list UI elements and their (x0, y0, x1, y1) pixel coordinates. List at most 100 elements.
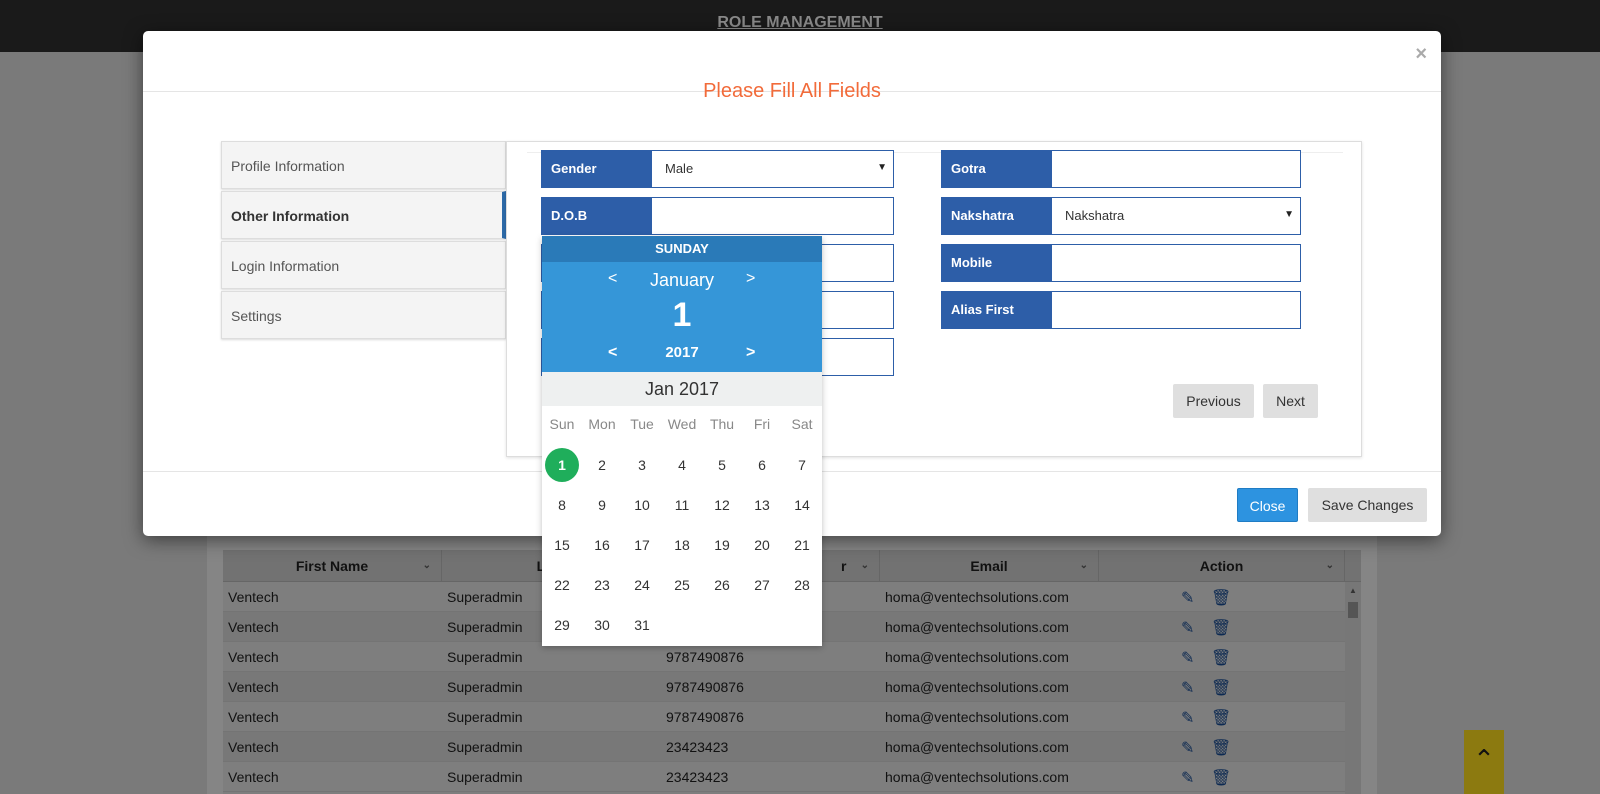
table-row[interactable]: Ventech Superadmin 9787490876 homa@ventechs… (223, 672, 1345, 702)
scroll-top-button[interactable]: ⌃ (1464, 730, 1504, 794)
pencil-icon[interactable]: ✎ (1181, 738, 1194, 758)
calendar-day[interactable]: 30 (585, 608, 619, 642)
calendar-day[interactable]: 17 (625, 528, 659, 562)
column-header-first-name[interactable]: First Name ⌄ (223, 550, 442, 582)
close-icon[interactable]: × (1415, 43, 1427, 66)
nakshatra-value[interactable]: Nakshatra (1052, 198, 1300, 234)
table-cell: Superadmin (447, 649, 523, 665)
calendar-day[interactable]: 13 (745, 488, 779, 522)
date-picker: SUNDAY < January > 1 < 2017 > Jan 2017 S… (542, 236, 822, 646)
table-row[interactable]: Ventech Superadmin 23423423 homa@ventechsol… (223, 762, 1345, 792)
trash-icon[interactable]: 🗑 (1211, 738, 1231, 758)
calendar-day[interactable]: 20 (745, 528, 779, 562)
tab-settings[interactable]: Settings (221, 291, 506, 339)
calendar-day[interactable]: 2 (585, 448, 619, 482)
calendar-day[interactable]: 12 (705, 488, 739, 522)
table-cell: Ventech (228, 649, 279, 665)
prev-year-button[interactable]: < (608, 344, 617, 362)
pencil-icon[interactable]: ✎ (1181, 768, 1194, 788)
calendar-day[interactable]: 23 (585, 568, 619, 602)
calendar-day[interactable]: 15 (545, 528, 579, 562)
gender-value[interactable]: Male (652, 151, 893, 187)
table-row[interactable]: Ventech Superadmin 9787490876 homa@ventechs… (223, 702, 1345, 732)
tab-profile-information[interactable]: Profile Information (221, 141, 506, 189)
scrollbar-thumb[interactable] (1348, 602, 1358, 618)
datepicker-date: 1 (672, 296, 692, 334)
datepicker-weekday: SUNDAY (542, 236, 822, 262)
next-month-button[interactable]: > (746, 270, 755, 288)
alias-first-name-label: Alias First Name (942, 292, 1052, 353)
calendar-day[interactable]: 25 (665, 568, 699, 602)
calendar-day[interactable]: 21 (785, 528, 819, 562)
calendar-day[interactable]: 4 (665, 448, 699, 482)
close-button[interactable]: Close (1237, 488, 1298, 522)
pencil-icon[interactable]: ✎ (1181, 648, 1194, 668)
dob-input[interactable] (652, 198, 893, 234)
table-cell: homa@ventechsolutions.com (885, 739, 1069, 755)
calendar-day[interactable]: 24 (625, 568, 659, 602)
calendar-day[interactable]: 19 (705, 528, 739, 562)
calendar-day[interactable]: 22 (545, 568, 579, 602)
next-year-button[interactable]: > (746, 344, 755, 362)
modal-tabs: Profile Information Other Information Lo… (221, 141, 506, 341)
calendar-day[interactable]: 31 (625, 608, 659, 642)
save-changes-button[interactable]: Save Changes (1308, 488, 1427, 522)
trash-icon[interactable]: 🗑 (1211, 708, 1231, 728)
alias-first-name-field[interactable]: Alias First Name (941, 291, 1301, 353)
trash-icon[interactable]: 🗑 (1211, 648, 1231, 668)
table-cell: homa@ventechsolutions.com (885, 589, 1069, 605)
calendar-day[interactable]: 6 (745, 448, 779, 482)
calendar-day[interactable]: 16 (585, 528, 619, 562)
calendar-day[interactable]: 26 (705, 568, 739, 602)
calendar-day[interactable]: 7 (785, 448, 819, 482)
scroll-up-icon[interactable]: ▲ (1349, 586, 1357, 595)
trash-icon[interactable]: 🗑 (1211, 618, 1231, 638)
pencil-icon[interactable]: ✎ (1181, 708, 1194, 728)
column-header-action[interactable]: Action ⌄ (1099, 550, 1345, 582)
trash-icon[interactable]: 🗑 (1211, 588, 1231, 608)
calendar-day[interactable]: 5 (705, 448, 739, 482)
gotra-field[interactable]: Gotra (941, 150, 1301, 188)
gender-select[interactable]: Gender Male ▼ (541, 150, 894, 188)
alias-first-name-input[interactable] (1052, 292, 1300, 328)
pencil-icon[interactable]: ✎ (1181, 678, 1194, 698)
calendar-day[interactable]: 27 (745, 568, 779, 602)
grid-scrollbar[interactable]: ▲ (1345, 582, 1361, 794)
table-row[interactable]: Ventech Superadmin 9787490876 homa@ventechs… (223, 642, 1345, 672)
mobile-field[interactable]: Mobile (941, 244, 1301, 282)
calendar-day[interactable]: 9 (585, 488, 619, 522)
mobile-input[interactable] (1052, 245, 1300, 281)
tab-other-information[interactable]: Other Information (221, 191, 506, 239)
calendar-day-selected[interactable]: 1 (545, 448, 579, 482)
table-cell: 23423423 (666, 739, 729, 755)
pencil-icon[interactable]: ✎ (1181, 618, 1194, 638)
tab-login-information[interactable]: Login Information (221, 241, 506, 289)
table-cell: homa@ventechsolutions.com (885, 769, 1069, 785)
table-row[interactable]: Ventech Superadmin 23423423 homa@ventechsol… (223, 732, 1345, 762)
pencil-icon[interactable]: ✎ (1181, 588, 1194, 608)
table-cell: homa@ventechsolutions.com (885, 709, 1069, 725)
calendar-day[interactable]: 28 (785, 568, 819, 602)
calendar-day[interactable]: 18 (665, 528, 699, 562)
next-button[interactable]: Next (1263, 384, 1318, 418)
calendar-day[interactable]: 14 (785, 488, 819, 522)
table-cell: homa@ventechsolutions.com (885, 649, 1069, 665)
nakshatra-select[interactable]: Nakshatra Nakshatra ▼ (941, 197, 1301, 235)
column-header-email[interactable]: Email ⌄ (880, 550, 1099, 582)
calendar-day[interactable]: 11 (665, 488, 699, 522)
table-cell: 9787490876 (666, 709, 744, 725)
gotra-input[interactable] (1052, 151, 1300, 187)
modal-title: Please Fill All Fields (703, 80, 881, 102)
chevron-up-icon: ⌃ (1473, 744, 1495, 774)
calendar-day[interactable]: 29 (545, 608, 579, 642)
trash-icon[interactable]: 🗑 (1211, 768, 1231, 788)
calendar-day[interactable]: 10 (625, 488, 659, 522)
weekday-header: Thu (709, 416, 735, 432)
calendar-day[interactable]: 3 (625, 448, 659, 482)
calendar-day[interactable]: 8 (545, 488, 579, 522)
previous-button[interactable]: Previous (1173, 384, 1254, 418)
chevron-down-icon: ⌄ (1079, 560, 1088, 571)
trash-icon[interactable]: 🗑 (1211, 678, 1231, 698)
dob-field[interactable]: D.O.B (541, 197, 894, 235)
prev-month-button[interactable]: < (608, 270, 617, 288)
